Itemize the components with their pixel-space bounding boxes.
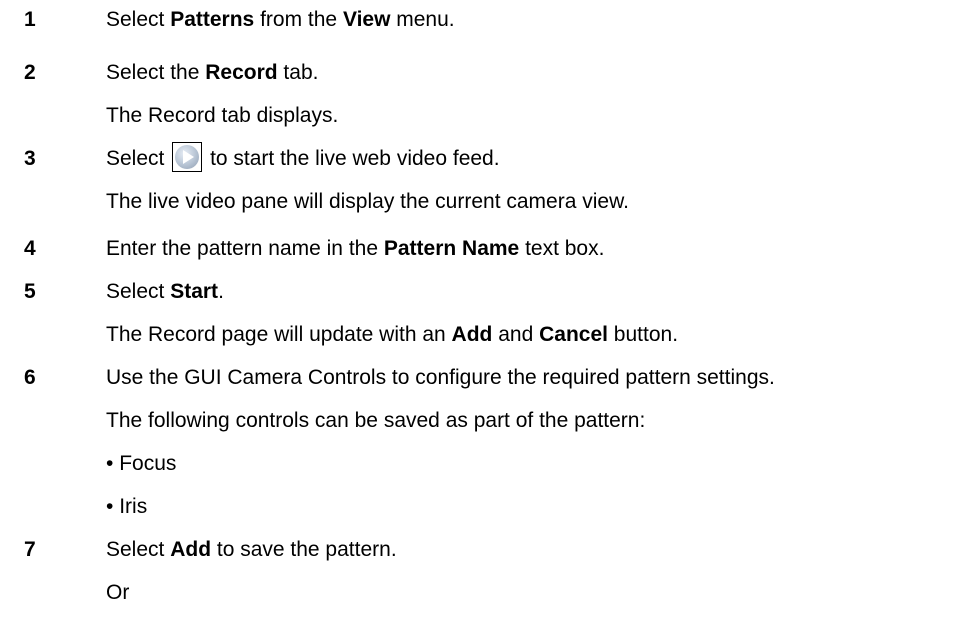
step-text: Use the GUI Camera Controls to configure… xyxy=(106,366,775,389)
step-note: The Record tab displays. xyxy=(106,104,339,127)
step-number: 7 xyxy=(24,538,36,561)
step-number: 6 xyxy=(24,366,36,389)
play-icon xyxy=(172,142,203,173)
step-number: 4 xyxy=(24,237,36,260)
step-note: Or xyxy=(106,581,130,604)
step-note: The Record page will update with an Add … xyxy=(106,323,679,346)
step-text: Select to start the live web video feed. xyxy=(106,141,500,177)
step-text: Select Start. xyxy=(106,280,224,303)
step-note: The following controls can be saved as p… xyxy=(106,409,646,432)
instruction-document: 1 Select Patterns from the View menu. 2 … xyxy=(0,0,955,621)
step-text: Select Add to save the pattern. xyxy=(106,538,397,561)
step-number: 2 xyxy=(24,61,36,84)
step-text: Enter the pattern name in the Pattern Na… xyxy=(106,237,605,260)
step-text: Select Patterns from the View menu. xyxy=(106,8,455,31)
step-text: Select the Record tab. xyxy=(106,61,319,84)
bullet-text: • Focus xyxy=(106,452,177,475)
step-number: 3 xyxy=(24,147,36,170)
bullet-text: • Iris xyxy=(106,495,148,518)
step-number: 1 xyxy=(24,8,36,31)
step-note: The live video pane will display the cur… xyxy=(106,190,629,213)
step-number: 5 xyxy=(24,280,36,303)
